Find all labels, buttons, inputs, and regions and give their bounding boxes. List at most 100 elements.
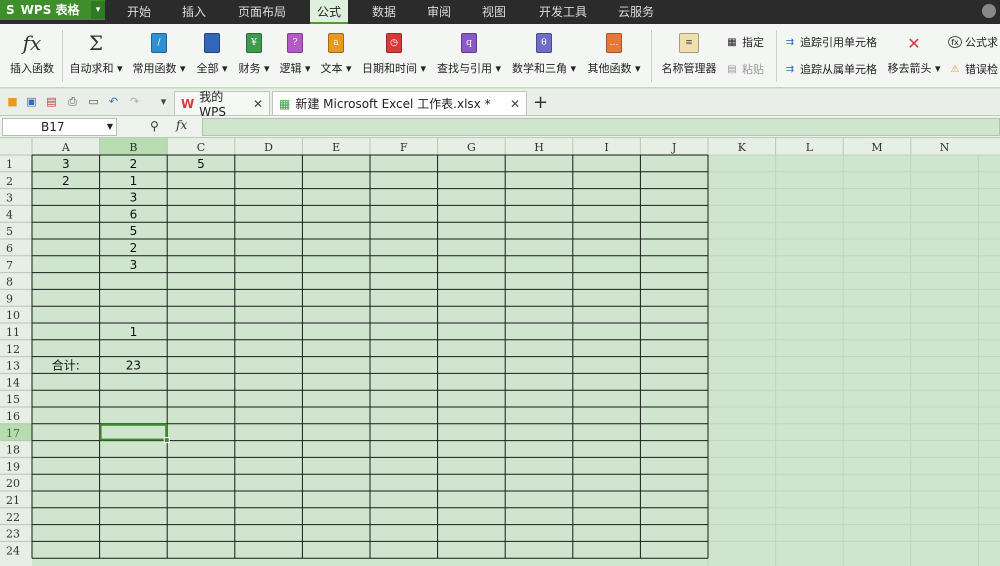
row-header-13[interactable]: 13 (6, 360, 20, 373)
column-header-H[interactable]: H (534, 141, 544, 154)
column-header-D[interactable]: D (264, 141, 273, 154)
menu-home[interactable]: 开始 (127, 0, 151, 24)
trace-dependents-button[interactable]: ⇉ 追踪从属单元格 (783, 61, 877, 77)
undo-icon[interactable]: ↶ (106, 95, 121, 109)
column-header-J[interactable]: J (671, 141, 676, 154)
close-icon[interactable]: ✕ (510, 97, 520, 111)
row-header-18[interactable]: 18 (6, 444, 20, 457)
user-avatar-icon[interactable] (982, 4, 996, 18)
cell-B4[interactable]: 6 (130, 207, 138, 221)
column-header-E[interactable]: E (332, 141, 340, 154)
save-icon[interactable]: ▣ (24, 95, 39, 109)
row-header-15[interactable]: 15 (6, 393, 20, 406)
common-functions-button[interactable]: / 常用函数 ▾ (131, 28, 187, 84)
row-header-8[interactable]: 8 (6, 276, 13, 289)
cell-B7[interactable]: 3 (130, 258, 138, 272)
row-header-12[interactable]: 12 (6, 343, 20, 356)
cell-B1[interactable]: 2 (130, 157, 138, 171)
column-header-I[interactable]: I (604, 141, 608, 154)
cell-B2[interactable]: 1 (130, 174, 138, 188)
cell-B13[interactable]: 23 (126, 359, 141, 373)
cell-B5[interactable]: 5 (130, 224, 138, 238)
finance-functions-button[interactable]: ¥ 财务 ▾ (237, 28, 271, 84)
trace-precedents-button[interactable]: ⇉ 追踪引用单元格 (783, 34, 877, 50)
logic-functions-button[interactable]: ? 逻辑 ▾ (278, 28, 312, 84)
column-header-F[interactable]: F (400, 141, 408, 154)
row-header-23[interactable]: 23 (6, 528, 20, 541)
remove-arrows-button[interactable]: ✕ 移去箭头 ▾ (886, 28, 942, 84)
column-header-L[interactable]: L (806, 141, 814, 154)
export-pdf-icon[interactable]: ▤ (44, 95, 59, 109)
zoom-search-icon[interactable]: ⚲ (150, 119, 159, 133)
row-header-24[interactable]: 24 (6, 544, 20, 557)
row-header-10[interactable]: 10 (6, 309, 20, 322)
column-header-B[interactable]: B (129, 141, 137, 154)
close-icon[interactable]: ✕ (253, 97, 263, 111)
column-header-C[interactable]: C (197, 141, 205, 154)
redo-icon[interactable]: ↷ (127, 95, 142, 109)
math-functions-button[interactable]: θ 数学和三角 ▾ (510, 28, 578, 84)
cell-B3[interactable]: 3 (130, 191, 138, 205)
row-header-1[interactable]: 1 (6, 158, 13, 171)
row-header-11[interactable]: 11 (6, 326, 20, 339)
row-header-20[interactable]: 20 (6, 477, 20, 490)
cell-B6[interactable]: 2 (130, 241, 138, 255)
row-header-5[interactable]: 5 (6, 225, 13, 238)
fill-handle[interactable] (163, 437, 170, 444)
column-header-K[interactable]: K (738, 141, 747, 154)
cell-A2[interactable]: 2 (62, 174, 70, 188)
print-preview-icon[interactable]: ▭ (86, 95, 101, 109)
name-manager-button[interactable]: ≡ 名称管理器 (660, 28, 718, 84)
row-header-9[interactable]: 9 (6, 292, 13, 305)
error-check-button[interactable]: ⚠ 错误检 (948, 61, 998, 77)
row-header-22[interactable]: 22 (6, 511, 20, 524)
cell-A1[interactable]: 3 (62, 157, 70, 171)
cell-A13[interactable]: 合计: (52, 358, 80, 373)
column-header-A[interactable]: A (61, 141, 71, 154)
row-header-2[interactable]: 2 (6, 175, 13, 188)
tab-my-wps[interactable]: W 我的WPS ✕ (174, 90, 270, 119)
cell-C1[interactable]: 5 (197, 157, 205, 171)
column-header-G[interactable]: G (467, 141, 476, 154)
app-menu-button[interactable]: S WPS 表格 ▾ (0, 0, 105, 20)
column-header-N[interactable]: N (940, 141, 950, 154)
cell-B11[interactable]: 1 (130, 325, 138, 339)
menu-developer[interactable]: 开发工具 (539, 0, 587, 24)
tab-excel-file[interactable]: ▦ 新建 Microsoft Excel 工作表.xlsx * ✕ (272, 91, 527, 115)
specify-button[interactable]: ▦ 指定 (725, 34, 764, 50)
new-tab-icon[interactable]: + (533, 92, 548, 113)
row-header-17[interactable]: 17 (6, 427, 20, 440)
row-header-7[interactable]: 7 (6, 259, 13, 272)
spreadsheet-grid[interactable]: A B C D E F G H I J K L M N12345678910111213141516171… (0, 138, 1000, 566)
menu-page-layout[interactable]: 页面布局 (238, 0, 286, 24)
menu-data[interactable]: 数据 (372, 0, 396, 24)
row-header-3[interactable]: 3 (6, 192, 13, 205)
new-file-icon[interactable]: ■ (5, 95, 20, 109)
menu-review[interactable]: 审阅 (427, 0, 451, 24)
row-header-16[interactable]: 16 (6, 410, 20, 423)
text-functions-button[interactable]: a 文本 ▾ (319, 28, 353, 84)
datetime-functions-button[interactable]: ◷ 日期和时间 ▾ (361, 28, 427, 84)
print-icon[interactable]: ⎙ (65, 95, 80, 109)
autosum-button[interactable]: Σ 自动求和 ▾ (68, 28, 124, 84)
formula-input[interactable] (202, 118, 1000, 136)
row-header-14[interactable]: 14 (6, 376, 20, 389)
name-box[interactable]: B17 ▼ (2, 118, 117, 136)
formula-evaluate-button[interactable]: fx 公式求 (948, 34, 998, 50)
other-functions-button[interactable]: … 其他函数 ▾ (586, 28, 642, 84)
insert-function-button[interactable]: fx 插入函数 (8, 28, 56, 84)
column-header-M[interactable]: M (871, 141, 882, 154)
menu-insert[interactable]: 插入 (182, 0, 206, 24)
paste-name-button[interactable]: ▤ 粘贴 (725, 61, 764, 77)
menu-view[interactable]: 视图 (482, 0, 506, 24)
menu-formulas[interactable]: 公式 (310, 0, 348, 24)
quick-access-dropdown-icon[interactable]: ▾ (156, 95, 171, 109)
lookup-functions-button[interactable]: q 查找与引用 ▾ (436, 28, 502, 84)
row-header-19[interactable]: 19 (6, 460, 20, 473)
row-header-4[interactable]: 4 (6, 208, 13, 221)
all-functions-button[interactable]: 全部 ▾ (195, 28, 229, 84)
row-header-21[interactable]: 21 (6, 494, 20, 507)
menu-cloud[interactable]: 云服务 (618, 0, 654, 24)
fx-icon[interactable]: fx (176, 118, 187, 132)
row-header-6[interactable]: 6 (6, 242, 13, 255)
